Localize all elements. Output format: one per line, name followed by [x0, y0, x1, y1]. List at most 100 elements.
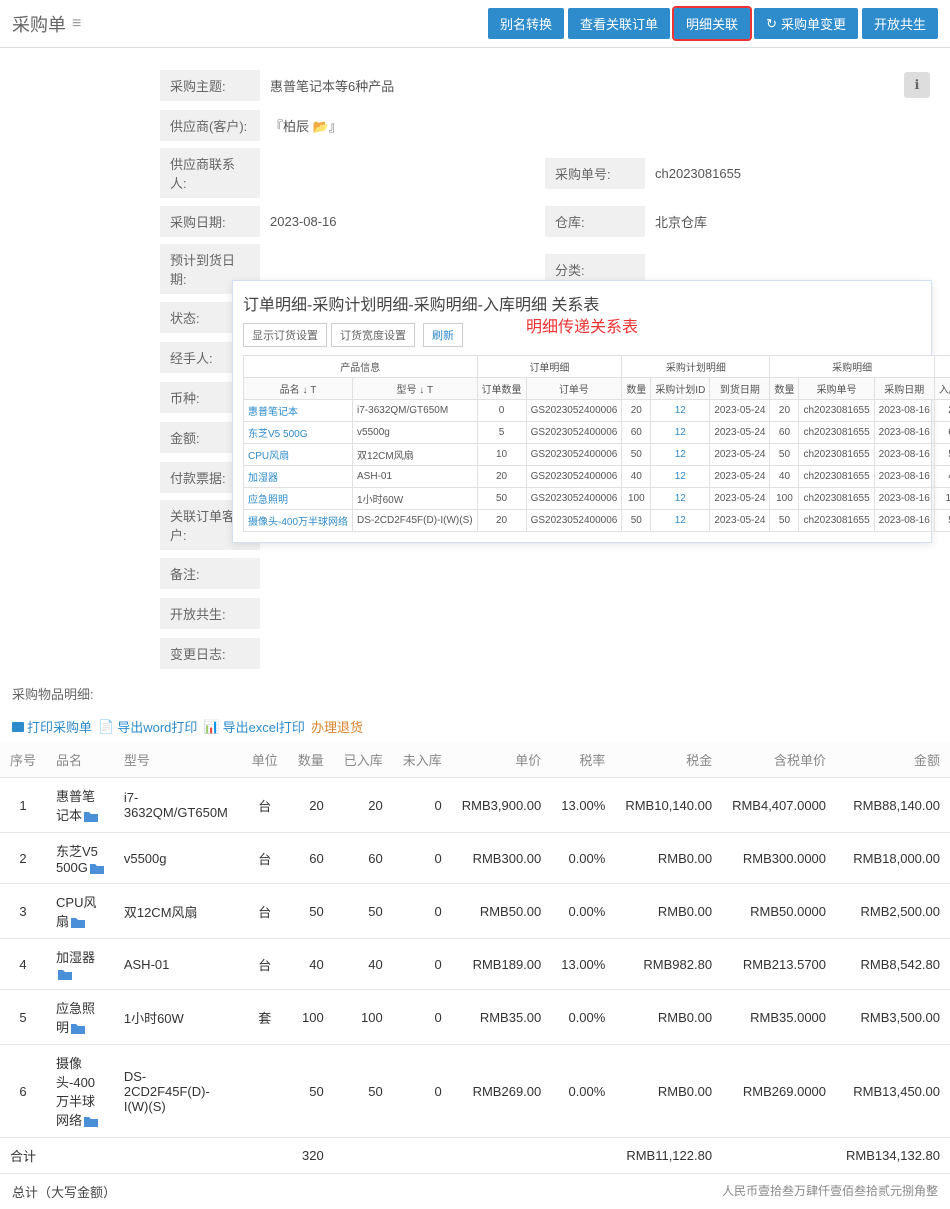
cell-order-qty: 0 — [477, 400, 526, 422]
col-model[interactable]: 型号 ↓ T — [353, 378, 478, 400]
remark-label: 备注: — [160, 558, 260, 589]
cell-prod-name[interactable]: CPU风扇 — [244, 444, 353, 466]
cell-name[interactable]: 惠普笔记本 — [46, 778, 114, 833]
cell-seq: 4 — [0, 939, 46, 990]
col-prod-name[interactable]: 品名 ↓ T — [244, 378, 353, 400]
detail-relation-button[interactable]: 明细关联 — [674, 8, 750, 39]
cell-prod-name[interactable]: 惠普笔记本 — [244, 400, 353, 422]
footer-amount-cn: 人民币壹拾叁万肆仟壹佰叁拾贰元捌角整 — [722, 1182, 938, 1201]
hamburger-icon[interactable]: ≡ — [72, 15, 81, 33]
cell-name[interactable]: 加湿器 — [46, 939, 114, 990]
alias-convert-button[interactable]: 别名转换 — [488, 8, 564, 39]
cell-model: ASH-01 — [114, 939, 242, 990]
supplier-value[interactable]: 『柏辰 📂』 — [260, 110, 930, 141]
grp-purchase: 采购明细 — [770, 356, 934, 378]
cell-seq: 1 — [0, 778, 46, 833]
warehouse-value: 北京仓库 — [645, 206, 930, 237]
cell-plan-qty: 100 — [622, 488, 651, 510]
folder-icon[interactable] — [58, 969, 72, 980]
cell-name[interactable]: 摄像头-400万半球网络 — [46, 1045, 114, 1138]
cell-rate: 0.00% — [551, 833, 615, 884]
folder-icon[interactable] — [84, 1116, 98, 1127]
cell-plan-id[interactable]: 12 — [651, 422, 710, 444]
cell-plan-id[interactable]: 12 — [651, 466, 710, 488]
cell-po-date: 2023-08-16 — [874, 510, 934, 532]
table-row: 4 加湿器 ASH-01 台 40 40 0 RMB189.00 13.00% … — [0, 939, 950, 990]
cell-plan-id[interactable]: 12 — [651, 400, 710, 422]
cell-qty: 60 — [288, 833, 334, 884]
topic-value: 惠普笔记本等6种产品 — [260, 70, 896, 101]
cell-price: RMB35.00 — [452, 990, 552, 1045]
cell-expected: 2023-05-24 — [710, 466, 770, 488]
open-share-button[interactable]: 开放共生 — [862, 8, 938, 39]
cell-plan-qty: 60 — [622, 422, 651, 444]
grp-stock: 库存流水 — [934, 356, 950, 378]
cell-plan-qty: 50 — [622, 510, 651, 532]
col-order-no: 订单号 — [526, 378, 622, 400]
cell-in: 40 — [334, 939, 393, 990]
cell-in: 100 — [334, 990, 393, 1045]
cell-tax: RMB0.00 — [615, 990, 722, 1045]
info-icon[interactable]: ℹ — [904, 72, 930, 98]
cell-pwt: RMB213.5700 — [722, 939, 836, 990]
cell-model: 双12CM风扇 — [114, 884, 242, 939]
th-amt: 金额 — [836, 742, 950, 778]
cell-order-qty: 20 — [477, 510, 526, 532]
total-qty: 320 — [288, 1138, 334, 1174]
po-no-value: ch2023081655 — [645, 160, 930, 187]
cell-model: DS-2CD2F45F(D)-I(W)(S) — [353, 510, 478, 532]
cell-prod-name[interactable]: 应急照明 — [244, 488, 353, 510]
cell-qty: 50 — [288, 884, 334, 939]
cell-po-no: ch2023081655 — [799, 422, 874, 444]
return-goods-button[interactable]: 办理退货 — [311, 717, 363, 736]
relation-row: 东芝V5 500G v5500g 5 GS2023052400006 60 12… — [244, 422, 950, 444]
cell-plan-id[interactable]: 12 — [651, 510, 710, 532]
cell-plan-id[interactable]: 12 — [651, 488, 710, 510]
cell-not: 0 — [393, 833, 452, 884]
cell-name[interactable]: 东芝V5 500G — [46, 833, 114, 884]
col-purchase-qty: 数量 — [770, 378, 799, 400]
cell-pwt: RMB35.0000 — [722, 990, 836, 1045]
cell-order-qty: 5 — [477, 422, 526, 444]
cell-unit: 台 — [242, 939, 288, 990]
cell-po-no: ch2023081655 — [799, 400, 874, 422]
cell-prod-name[interactable]: 东芝V5 500G — [244, 422, 353, 444]
folder-icon[interactable] — [84, 811, 98, 822]
cell-rate: 0.00% — [551, 884, 615, 939]
overlay-tab-order-width[interactable]: 订货宽度设置 — [331, 323, 415, 347]
grp-product: 产品信息 — [244, 356, 478, 378]
th-seq: 序号 — [0, 742, 46, 778]
folder-icon[interactable] — [90, 863, 104, 874]
relation-row: 加湿器 ASH-01 20 GS2023052400006 40 12 2023… — [244, 466, 950, 488]
cell-po-date: 2023-08-16 — [874, 488, 934, 510]
overlay-tab-order-display[interactable]: 显示订货设置 — [243, 323, 327, 347]
cell-amt: RMB3,500.00 — [836, 990, 950, 1045]
folder-icon[interactable] — [71, 917, 85, 928]
col-plan-qty: 数量 — [622, 378, 651, 400]
th-price: 单价 — [452, 742, 552, 778]
cell-plan-id[interactable]: 12 — [651, 444, 710, 466]
print-po-button[interactable]: 打印采购单 — [12, 717, 92, 736]
view-related-order-button[interactable]: 查看关联订单 — [568, 8, 670, 39]
cell-name[interactable]: CPU风扇 — [46, 884, 114, 939]
cell-order-no: GS2023052400006 — [526, 422, 622, 444]
export-word-button[interactable]: 📄导出word打印 — [98, 717, 197, 736]
cell-model: DS-2CD2F45F(D)-I(W)(S) — [114, 1045, 242, 1138]
folder-icon[interactable] — [71, 1023, 85, 1034]
cell-unit: 台 — [242, 884, 288, 939]
po-date-value: 2023-08-16 — [260, 208, 545, 235]
col-po-date: 采购日期 — [874, 378, 934, 400]
cell-in-qty: 100 — [934, 488, 950, 510]
export-excel-button[interactable]: 📊导出excel打印 — [203, 717, 305, 736]
cell-prod-name[interactable]: 加湿器 — [244, 466, 353, 488]
cell-unit: 套 — [242, 990, 288, 1045]
cell-prod-name[interactable]: 摄像头-400万半球网络 — [244, 510, 353, 532]
cell-name[interactable]: 应急照明 — [46, 990, 114, 1045]
cell-seq: 6 — [0, 1045, 46, 1138]
footer-label: 总计（大写金额） — [12, 1182, 116, 1201]
cell-model: ASH-01 — [353, 466, 478, 488]
table-row: 2 东芝V5 500G v5500g 台 60 60 0 RMB300.00 0… — [0, 833, 950, 884]
change-order-button[interactable]: ↻采购单变更 — [754, 8, 858, 39]
overlay-refresh-button[interactable]: 刷新 — [423, 323, 463, 347]
cell-amt: RMB2,500.00 — [836, 884, 950, 939]
